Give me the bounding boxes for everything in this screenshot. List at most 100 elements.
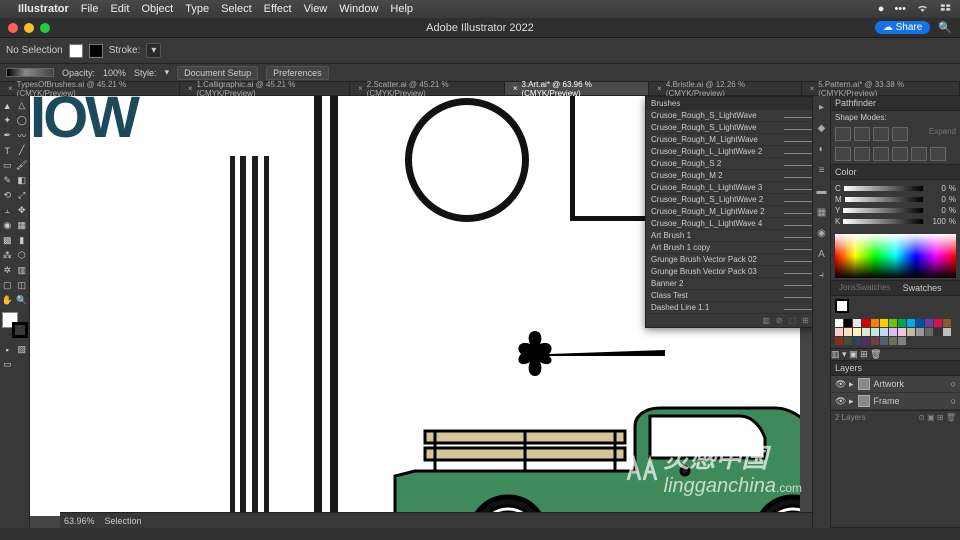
minus-front-mode[interactable] — [854, 127, 870, 141]
new-sublayer-icon[interactable]: ▣ — [927, 413, 935, 422]
selection-tool[interactable]: ▲ — [0, 98, 15, 113]
fill-swatch[interactable] — [69, 44, 83, 58]
type-tool[interactable]: T — [0, 143, 15, 158]
appearance-panel-icon[interactable]: ◉ — [817, 228, 826, 239]
width-tool[interactable]: ⫠ — [0, 203, 15, 218]
paintbrush-tool[interactable]: 🖌 — [15, 158, 30, 173]
brush-options-icon[interactable]: ⬚ — [789, 316, 797, 325]
new-brush-icon[interactable]: ⊞ — [802, 316, 809, 325]
brush-row[interactable]: Crusoe_Rough_L_LightWave 4 — [646, 218, 812, 230]
document-tab[interactable]: ×4.Bristle.ai @ 12.26 % (CMYK/Preview) — [649, 82, 801, 95]
new-swatch-icon[interactable]: ⊞ — [860, 349, 868, 359]
unite-mode[interactable] — [835, 127, 851, 141]
transparency-panel-icon[interactable]: ▦ — [817, 207, 826, 218]
menubar-wifi-icon[interactable] — [916, 1, 929, 17]
brushes-panel[interactable]: Brushes≡ Crusoe_Rough_S_LightWaveCrusoe_… — [645, 96, 812, 328]
swatch[interactable] — [835, 337, 843, 345]
mesh-tool[interactable]: ▩ — [0, 233, 15, 248]
opacity-field[interactable]: 100% — [103, 68, 126, 78]
swatch[interactable] — [862, 337, 870, 345]
eraser-tool[interactable]: ◧ — [15, 173, 30, 188]
swatch[interactable] — [898, 319, 906, 327]
expand-icon[interactable]: ▸ — [849, 379, 854, 390]
scale-tool[interactable]: ⤢ — [15, 188, 30, 203]
brush-row[interactable]: Crusoe_Rough_S 2 — [646, 158, 812, 170]
magic-wand-tool[interactable]: ✦ — [0, 113, 15, 128]
swatch[interactable] — [889, 319, 897, 327]
color-mode-icon[interactable]: ▪ — [0, 342, 15, 357]
document-tab[interactable]: ×3.Art.ai* @ 63.96 % (CMYK/Preview) — [505, 82, 649, 95]
shaper-tool[interactable]: ✎ — [0, 173, 15, 188]
curvature-tool[interactable]: 〰 — [15, 128, 30, 143]
brush-row[interactable]: Crusoe_Rough_S_LightWave — [646, 122, 812, 134]
swatch[interactable] — [835, 328, 843, 336]
swatch-library-icon[interactable]: ▥ — [831, 349, 840, 359]
brush-row[interactable]: Grunge Brush Vector Pack 02 — [646, 254, 812, 266]
brush-row[interactable]: Crusoe_Rough_M_LightWave 2 — [646, 206, 812, 218]
menu-edit[interactable]: Edit — [110, 3, 129, 15]
pathfinder-title[interactable]: Pathfinder — [831, 96, 960, 111]
symbol-sprayer-tool[interactable]: ✲ — [0, 263, 15, 278]
zoom-tool[interactable]: 🔍 — [15, 293, 30, 308]
blend-tool[interactable]: ⬡ — [15, 248, 30, 263]
perspective-tool[interactable]: ▦ — [15, 218, 30, 233]
hand-tool[interactable]: ✋ — [0, 293, 15, 308]
stroke-weight-field[interactable]: ▾ — [146, 43, 161, 58]
menubar-dots-icon[interactable]: ••• — [894, 3, 906, 15]
document-tab[interactable]: ×5.Pattern.ai* @ 33.38 % (CMYK/Preview) — [802, 82, 960, 95]
target-icon[interactable]: ○ — [951, 396, 956, 406]
canvas[interactable]: IOW — [30, 96, 812, 528]
brush-libraries-icon[interactable]: ▥ — [762, 316, 770, 325]
search-icon[interactable]: 🔍 — [938, 21, 952, 34]
document-tab[interactable]: ×2.Scatter.ai @ 45.21 % (CMYK/Preview) — [350, 82, 505, 95]
swatch[interactable] — [898, 328, 906, 336]
brush-row[interactable]: Crusoe_Rough_S_LightWave 2 — [646, 194, 812, 206]
swatches-tab-jons[interactable]: JonsSwatches — [835, 283, 895, 293]
menu-illustrator[interactable]: Illustrator — [18, 3, 69, 15]
menu-window[interactable]: Window — [339, 3, 378, 15]
gradient-mode-icon[interactable]: ▧ — [15, 342, 30, 357]
close-tab-icon[interactable]: × — [188, 84, 193, 93]
line-tool[interactable]: ╱ — [15, 143, 30, 158]
swatch[interactable] — [889, 337, 897, 345]
swatch[interactable] — [907, 319, 915, 327]
color-slider[interactable] — [844, 186, 923, 191]
swatch[interactable] — [862, 319, 870, 327]
swatch[interactable] — [916, 319, 924, 327]
menu-view[interactable]: View — [304, 3, 328, 15]
delete-layer-icon[interactable]: 🗑 — [946, 413, 956, 422]
swatch[interactable] — [925, 319, 933, 327]
swatch[interactable] — [835, 319, 843, 327]
style-field[interactable]: ▾ — [165, 67, 170, 78]
artboard-tool[interactable]: ▢ — [0, 278, 15, 293]
swatch[interactable] — [943, 319, 951, 327]
swatch[interactable] — [853, 319, 861, 327]
merge-mode[interactable] — [873, 147, 889, 161]
align-panel-icon[interactable]: ⫞ — [819, 270, 824, 281]
color-slider[interactable] — [843, 208, 923, 213]
brush-row[interactable]: Grunge Brush Vector Pack 03 — [646, 266, 812, 278]
type-panel-icon[interactable]: A — [818, 249, 825, 260]
eyedropper-tool[interactable]: ⁂ — [0, 248, 15, 263]
menubar-control-center-icon[interactable] — [939, 1, 952, 17]
swatches-title[interactable]: Swatches — [903, 283, 942, 293]
channel-value[interactable]: 0 — [926, 206, 946, 215]
channel-value[interactable]: 100 — [926, 217, 946, 226]
close-tab-icon[interactable]: × — [358, 84, 363, 93]
channel-value[interactable]: 0 — [926, 184, 946, 193]
column-graph-tool[interactable]: ▥ — [15, 263, 30, 278]
brush-row[interactable]: Art Brush 1 copy — [646, 242, 812, 254]
color-title[interactable]: Color — [831, 165, 960, 180]
delete-swatch-icon[interactable]: 🗑 — [870, 349, 881, 359]
swatch[interactable] — [862, 328, 870, 336]
direct-selection-tool[interactable]: △ — [15, 98, 30, 113]
fill-stroke-indicator[interactable] — [2, 312, 28, 338]
swatch[interactable] — [925, 328, 933, 336]
rectangle-tool[interactable]: ▭ — [0, 158, 15, 173]
crop-mode[interactable] — [892, 147, 908, 161]
swatch[interactable] — [871, 328, 879, 336]
color-slider[interactable] — [843, 219, 923, 224]
document-tab[interactable]: ×TypesOfBrushes.ai @ 45.21 % (CMYK/Previ… — [0, 82, 180, 95]
menubar-record-icon[interactable]: ● — [878, 3, 885, 15]
swatch[interactable] — [880, 328, 888, 336]
